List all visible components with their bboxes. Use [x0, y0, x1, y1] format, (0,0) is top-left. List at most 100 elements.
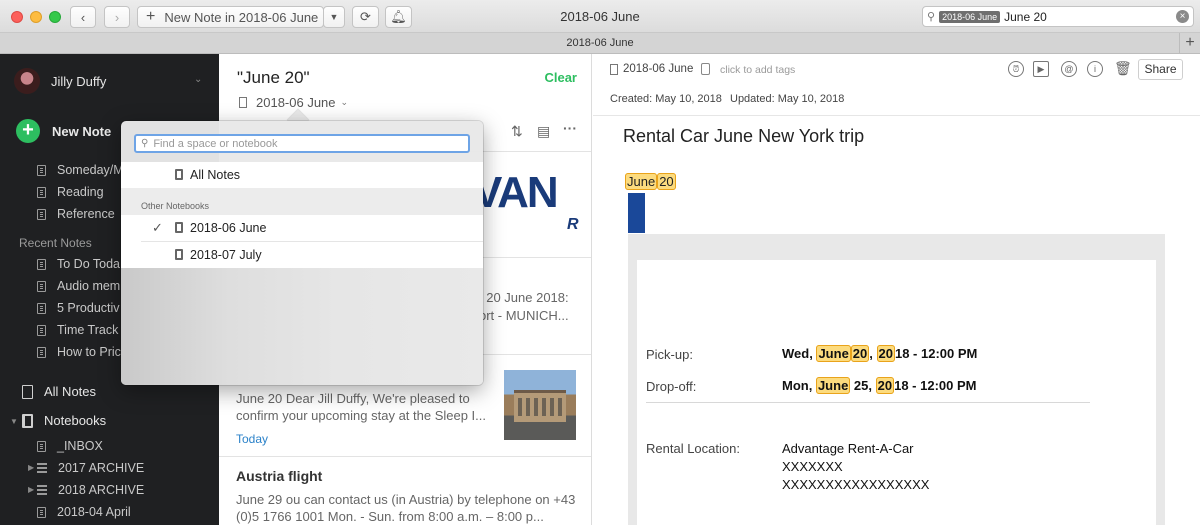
view-options-icon[interactable]: ▤: [537, 123, 550, 140]
note-snippet: June 29 ou can contact us (in Austria) b…: [236, 492, 576, 524]
note-snippet-line: . 20 June 2018:: [479, 290, 569, 305]
search-query[interactable]: June 20: [1004, 10, 1047, 24]
close-window-button[interactable]: [11, 11, 23, 23]
sidebar-item-all-notes[interactable]: All Notes: [22, 384, 96, 399]
zoom-window-button[interactable]: [49, 11, 61, 23]
plus-icon: +: [146, 8, 156, 25]
note-notebook-label: 2018-06 June: [623, 63, 694, 75]
clear-search-icon[interactable]: ×: [1176, 10, 1189, 23]
recent-note-item[interactable]: Audio mem: [37, 279, 120, 293]
notebook-filter[interactable]: 2018-06 June ⌄: [239, 95, 348, 110]
pickup-day: Wed,: [782, 346, 813, 361]
info-icon[interactable]: i: [1087, 61, 1103, 77]
note-title: Austria flight: [236, 468, 323, 484]
notebook-search-input[interactable]: [153, 137, 454, 150]
updated-date: Updated: May 10, 2018: [730, 93, 845, 105]
location-line: XXXXXXXXXXXXXXXXX: [782, 477, 930, 492]
sidebar-shortcut[interactable]: Reference: [37, 207, 115, 221]
location-line: XXXXXXX: [782, 459, 843, 474]
highlight-match: June: [815, 377, 851, 394]
pickup-value: Wed, June 20, 20 18 - 12:00 PM: [782, 345, 977, 362]
disclosure-triangle-icon[interactable]: ▶: [28, 463, 34, 472]
notebook-option-label: 2018-06 June: [190, 221, 267, 235]
new-note-dropdown-button[interactable]: ▼: [323, 6, 345, 28]
email-content: Pick-up: Wed, June 20, 20 18 - 12:00 PM Dr…: [628, 234, 1165, 525]
sidebar-item-label: 2018-04 April: [57, 505, 131, 519]
search-icon: ⚲: [141, 138, 149, 149]
tag-icon[interactable]: [701, 63, 710, 75]
sync-button[interactable]: ⟳: [352, 6, 379, 28]
created-date: Created: May 10, 2018: [610, 93, 722, 105]
clear-search-button[interactable]: Clear: [544, 70, 577, 85]
tab-notebook[interactable]: 2018-06 June: [0, 37, 1200, 49]
new-tab-button[interactable]: +: [1179, 33, 1200, 54]
present-icon[interactable]: ▶: [1033, 61, 1049, 77]
dropoff-day: Mon,: [782, 378, 813, 393]
notebook-search-field[interactable]: ⚲: [134, 134, 470, 153]
notebook-option-label: All Notes: [190, 168, 241, 182]
sidebar-shortcut[interactable]: Reading: [37, 185, 104, 199]
sort-icon[interactable]: ⇅: [511, 123, 523, 140]
sidebar-item-label: Someday/M: [57, 163, 124, 177]
sidebar-item-label: Reference: [57, 207, 115, 221]
all-notes-icon: [22, 384, 33, 399]
tab-bar: 2018-06 June +: [0, 33, 1200, 54]
notebook-icon: [175, 222, 183, 233]
notebook-section-header: Other Notebooks: [121, 188, 483, 215]
search-notebook-token[interactable]: 2018-06 June: [939, 10, 1001, 23]
notebook-stack-item[interactable]: 2017 ARCHIVE: [37, 461, 144, 475]
new-note-button[interactable]: + New Note in 2018-06 June: [137, 6, 324, 28]
recent-note-item[interactable]: To Do Toda: [37, 257, 120, 271]
trash-icon[interactable]: 🗑︎: [1114, 61, 1132, 77]
search-field[interactable]: ⚲ 2018-06 June June 20 ×: [922, 6, 1194, 27]
account-name: Jilly Duffy: [51, 73, 107, 89]
notebook-item[interactable]: 2018-04 April: [37, 505, 131, 519]
sidebar-shortcut[interactable]: Someday/M: [37, 163, 124, 177]
more-options-icon[interactable]: ···: [563, 120, 577, 136]
plus-icon: +: [16, 119, 40, 143]
note-title[interactable]: Rental Car June New York trip: [623, 126, 864, 147]
note-snippet-line: ort - MUNICH...: [479, 308, 569, 323]
note-date: Today: [236, 432, 269, 446]
sidebar-item-notebooks[interactable]: Notebooks: [22, 413, 106, 428]
popover-empty-area: [121, 268, 483, 385]
notebook-item[interactable]: _INBOX: [37, 439, 103, 453]
sync-icon: ⟳: [360, 9, 371, 24]
notebook-option[interactable]: 2018-07 July: [121, 242, 483, 268]
stack-icon: [37, 485, 47, 495]
sidebar-item-label: 2017 ARCHIVE: [58, 461, 145, 475]
disclosure-triangle-icon[interactable]: ▶: [28, 485, 34, 494]
logo-text: VAN: [473, 168, 559, 217]
notifications-button[interactable]: 🔔︎: [385, 6, 412, 28]
notebook-option[interactable]: ✓ 2018-06 June: [121, 215, 483, 241]
note-icon: [37, 164, 46, 176]
mention-icon[interactable]: @: [1061, 61, 1077, 77]
back-button[interactable]: ‹: [70, 6, 96, 28]
search-highlight: June 20: [625, 173, 676, 190]
recent-note-item[interactable]: Time Track: [37, 323, 118, 337]
embedded-image: [628, 193, 645, 233]
notebook-picker-popover: ⚲ All Notes Other Notebooks ✓ 2018-06 Ju…: [121, 121, 483, 385]
disclosure-triangle-icon[interactable]: ▼: [10, 417, 18, 426]
share-button[interactable]: Share: [1138, 59, 1183, 80]
recent-note-item[interactable]: How to Pric: [37, 345, 121, 359]
location-label: Rental Location:: [646, 441, 740, 456]
sidebar-item-label: How to Pric: [57, 345, 121, 359]
notebook-icon: [22, 413, 33, 428]
tags-input[interactable]: click to add tags: [720, 64, 795, 76]
note-notebook-selector[interactable]: 2018-06 June: [610, 63, 693, 75]
chevron-left-icon: ‹: [80, 9, 86, 25]
chevron-down-icon[interactable]: ⌄: [194, 74, 202, 85]
new-note-sidebar-button[interactable]: + New Note: [16, 119, 111, 143]
divider: [593, 115, 1200, 116]
recent-note-item[interactable]: 5 Productiv: [37, 301, 120, 315]
account-switcher[interactable]: Jilly Duffy: [14, 68, 106, 94]
forward-button[interactable]: ›: [104, 6, 130, 28]
search-icon: ⚲: [927, 11, 936, 23]
minimize-window-button[interactable]: [30, 11, 42, 23]
notebook-stack-item[interactable]: 2018 ARCHIVE: [37, 483, 144, 497]
highlight-match: June: [816, 345, 851, 362]
note-thumbnail: [504, 370, 576, 440]
reminder-icon[interactable]: ⏰︎: [1008, 61, 1024, 77]
notebook-option-all-notes[interactable]: All Notes: [121, 162, 483, 188]
